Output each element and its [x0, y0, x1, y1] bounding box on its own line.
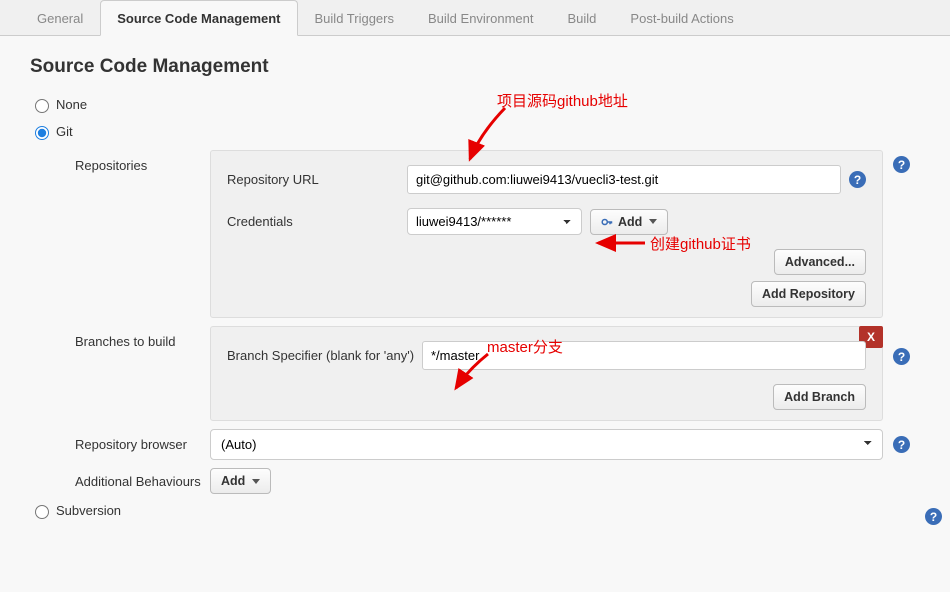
- chevron-down-icon: [649, 219, 657, 224]
- config-tabs: General Source Code Management Build Tri…: [0, 0, 950, 36]
- section-title: Source Code Management: [30, 56, 910, 78]
- add-branch-button[interactable]: Add Branch: [773, 384, 866, 410]
- radio-none-label: None: [56, 97, 87, 112]
- credentials-label: Credentials: [227, 214, 407, 229]
- repositories-panel: Repository URL ? Credentials liuwei9413/…: [210, 150, 883, 318]
- tab-build-triggers[interactable]: Build Triggers: [298, 0, 411, 36]
- add-repository-button[interactable]: Add Repository: [751, 281, 866, 307]
- chevron-down-icon: [252, 479, 260, 484]
- help-icon[interactable]: ?: [849, 171, 866, 188]
- radio-none[interactable]: [35, 99, 49, 113]
- scm-option-svn[interactable]: Subversion: [30, 502, 910, 519]
- help-icon[interactable]: ?: [893, 156, 910, 173]
- radio-git[interactable]: [35, 126, 49, 140]
- tab-general[interactable]: General: [20, 0, 100, 36]
- scm-option-git[interactable]: Git: [30, 123, 910, 140]
- help-icon[interactable]: ?: [893, 436, 910, 453]
- repo-browser-select[interactable]: (Auto): [210, 429, 883, 460]
- radio-svn[interactable]: [35, 505, 49, 519]
- add-behaviour-button[interactable]: Add: [210, 468, 271, 494]
- repositories-label: Repositories: [75, 150, 210, 173]
- tab-post-build[interactable]: Post-build Actions: [613, 0, 750, 36]
- tab-scm[interactable]: Source Code Management: [100, 0, 297, 36]
- branch-spec-input[interactable]: [422, 341, 866, 370]
- radio-svn-label: Subversion: [56, 503, 121, 518]
- add-credentials-label: Add: [618, 215, 642, 229]
- advanced-button[interactable]: Advanced...: [774, 249, 866, 275]
- repo-browser-label: Repository browser: [75, 437, 210, 452]
- add-credentials-button[interactable]: Add: [590, 209, 668, 235]
- tab-build[interactable]: Build: [551, 0, 614, 36]
- branches-panel: X Branch Specifier (blank for 'any') Add…: [210, 326, 883, 421]
- key-icon: [601, 216, 613, 228]
- help-icon[interactable]: ?: [893, 348, 910, 365]
- tab-build-environment[interactable]: Build Environment: [411, 0, 551, 36]
- scm-option-none[interactable]: None: [30, 96, 910, 113]
- repo-url-input[interactable]: [407, 165, 841, 194]
- additional-behaviours-label: Additional Behaviours: [75, 474, 210, 489]
- help-icon[interactable]: ?: [925, 508, 942, 525]
- credentials-select[interactable]: liuwei9413/******: [407, 208, 582, 235]
- branch-spec-label: Branch Specifier (blank for 'any'): [227, 348, 422, 363]
- add-behaviour-label: Add: [221, 474, 245, 488]
- branches-label: Branches to build: [75, 326, 210, 349]
- radio-git-label: Git: [56, 124, 73, 139]
- repo-url-label: Repository URL: [227, 172, 407, 187]
